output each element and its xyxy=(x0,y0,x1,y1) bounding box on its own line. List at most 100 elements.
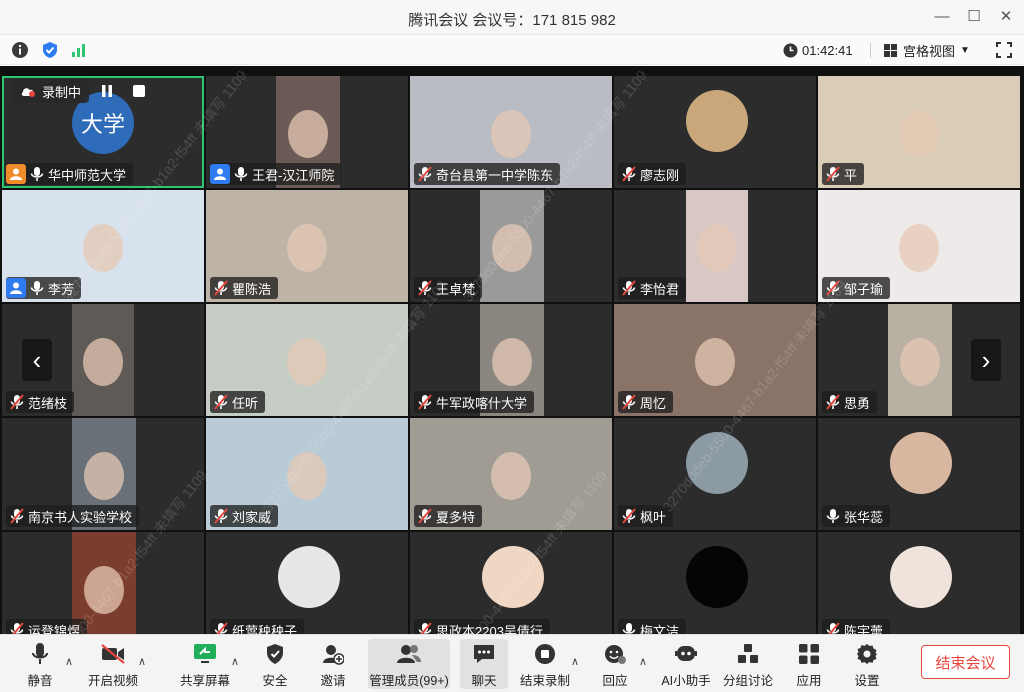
pause-recording-button[interactable] xyxy=(96,80,118,102)
participant-tile[interactable]: 周忆 xyxy=(614,304,816,416)
security-button[interactable]: 安全 xyxy=(260,639,290,689)
next-page-button[interactable]: › xyxy=(971,339,1001,381)
cohost-badge-icon xyxy=(210,164,230,184)
participant-tile[interactable]: 王卓梵 xyxy=(410,190,612,302)
ai-assistant-button[interactable]: AI小助手 xyxy=(660,639,712,689)
participant-name-bar: 运登锦煜 xyxy=(6,619,88,634)
participant-tile[interactable]: 任听 xyxy=(206,304,408,416)
mic-muted-icon xyxy=(622,394,636,410)
participant-name: 刘家威 xyxy=(232,509,272,525)
reply-button[interactable]: 回应 xyxy=(600,639,630,689)
participant-tile[interactable]: 陈宇蕾 xyxy=(818,532,1020,634)
title-bar: 腾讯会议 会议号：171 815 982 — ☐ ✕ xyxy=(0,0,1024,35)
close-button[interactable]: ✕ xyxy=(994,6,1018,28)
mic-muted-icon xyxy=(622,166,636,182)
participant-tile[interactable]: 运登锦煜 xyxy=(2,532,204,634)
participant-name-bar: 奇台县第一中学陈东 xyxy=(414,163,561,185)
apps-button[interactable]: 应用 xyxy=(794,639,824,689)
participant-name: 思政本2203吴倩行 xyxy=(436,623,543,635)
microphone-icon xyxy=(32,643,48,664)
mic-muted-icon xyxy=(418,280,432,296)
manage-members-button[interactable]: 管理成员(99+) xyxy=(368,639,450,689)
raise-hand-icon xyxy=(605,645,626,664)
participant-tile[interactable]: 奇台县第一中学陈东 xyxy=(410,76,612,188)
participant-tile[interactable]: 张华蕊 xyxy=(818,418,1020,530)
video-off-icon xyxy=(101,644,125,664)
mic-muted-icon xyxy=(418,622,432,634)
participant-name: 南京书人实验学校 xyxy=(28,509,133,525)
participant-face xyxy=(899,223,939,272)
participant-tile[interactable]: 李芳 xyxy=(2,190,204,302)
participant-tile[interactable]: 李怡君 xyxy=(614,190,816,302)
chevron-up-icon[interactable]: ∧ xyxy=(231,655,239,668)
mic-muted-icon xyxy=(622,508,636,524)
mic-muted-icon xyxy=(418,166,432,182)
share-screen-button[interactable]: 共享屏幕 xyxy=(180,639,230,689)
participant-face xyxy=(697,223,737,272)
participant-tile[interactable]: 瞿陈浩 xyxy=(206,190,408,302)
participant-name: 任听 xyxy=(232,395,259,411)
participant-name-bar: 王卓梵 xyxy=(414,277,483,299)
fullscreen-icon[interactable] xyxy=(995,41,1013,59)
end-record-label: 结束录制 xyxy=(519,674,570,688)
settings-button[interactable]: 设置 xyxy=(852,639,882,689)
breakout-label: 分组讨论 xyxy=(722,674,773,688)
members-icon xyxy=(397,645,421,663)
minimize-button[interactable]: — xyxy=(930,6,954,28)
maximize-button[interactable]: ☐ xyxy=(962,6,986,28)
signal-icon[interactable] xyxy=(70,41,88,59)
participant-tile[interactable]: 邹子瑜 xyxy=(818,190,1020,302)
participant-tile[interactable]: 夏多特 xyxy=(410,418,612,530)
participant-name: 李芳 xyxy=(48,281,75,297)
participant-name-bar: 华中师范大学 xyxy=(6,163,134,185)
end-meeting-button[interactable]: 结束会议 xyxy=(921,645,1010,679)
participant-tile[interactable]: 牛军政喀什大学 xyxy=(410,304,612,416)
participant-tile[interactable]: 梅文洁 xyxy=(614,532,816,634)
participant-name-bar: 思勇 xyxy=(822,391,878,413)
chevron-up-icon[interactable]: ∧ xyxy=(138,655,146,668)
video-grid: 大学 华中师范大学 王君-汉江师院 奇台县第一中学陈东 廖志刚 平李芳 瞿陈浩 王卓梵 李怡君 邹… xyxy=(0,66,1024,634)
breakout-rooms-button[interactable]: 分组讨论 xyxy=(722,639,774,689)
chevron-up-icon[interactable]: ∧ xyxy=(65,655,73,668)
invite-button[interactable]: 邀请 xyxy=(318,639,348,689)
participant-tile[interactable]: 廖志刚 xyxy=(614,76,816,188)
video-feed xyxy=(480,190,544,302)
add-user-icon xyxy=(323,645,344,665)
participant-tile[interactable]: 思政本2203吴倩行 xyxy=(410,532,612,634)
participant-tile[interactable]: 南京书人实验学校 xyxy=(2,418,204,530)
meeting-info-bar: 01:42:41 宫格视图 ▼ xyxy=(0,35,1024,65)
share-label: 共享屏幕 xyxy=(180,674,231,688)
participant-tile[interactable]: 刘家威 xyxy=(206,418,408,530)
participant-name: 邹子瑜 xyxy=(844,281,884,297)
previous-page-button[interactable]: ‹ xyxy=(22,339,52,381)
reply-label: 回应 xyxy=(602,674,628,688)
video-feed xyxy=(888,304,952,416)
chat-button[interactable]: 聊天 xyxy=(460,639,508,689)
participant-face xyxy=(84,451,124,500)
participant-face xyxy=(83,337,123,386)
cloud-record-icon xyxy=(21,88,35,97)
mic-muted-icon xyxy=(214,508,228,524)
video-button[interactable]: 开启视频 xyxy=(86,639,140,689)
participant-name: 思勇 xyxy=(844,395,871,411)
info-icon[interactable] xyxy=(11,41,29,59)
participant-tile[interactable]: 纸莺秧秧子 xyxy=(206,532,408,634)
participant-face xyxy=(287,223,327,272)
video-feed xyxy=(72,304,134,416)
mic-muted-icon xyxy=(826,622,840,634)
end-recording-button[interactable]: 结束录制 xyxy=(518,639,572,689)
chevron-up-icon[interactable]: ∧ xyxy=(571,655,579,668)
view-switch[interactable]: 宫格视图 ▼ xyxy=(883,41,970,59)
chevron-down-icon: ▼ xyxy=(960,44,970,56)
chevron-up-icon[interactable]: ∧ xyxy=(639,655,647,668)
stop-recording-button[interactable] xyxy=(128,80,150,102)
participant-tile[interactable]: 平 xyxy=(818,76,1020,188)
chat-icon xyxy=(474,645,494,663)
mute-button[interactable]: 静音 xyxy=(22,639,58,689)
participant-tile[interactable]: 枫叶 xyxy=(614,418,816,530)
mic-muted-icon xyxy=(418,508,432,524)
participant-tile[interactable]: 王君-汉江师院 xyxy=(206,76,408,188)
participant-face xyxy=(491,109,531,158)
share-screen-icon xyxy=(194,644,216,663)
shield-icon[interactable] xyxy=(41,41,59,59)
